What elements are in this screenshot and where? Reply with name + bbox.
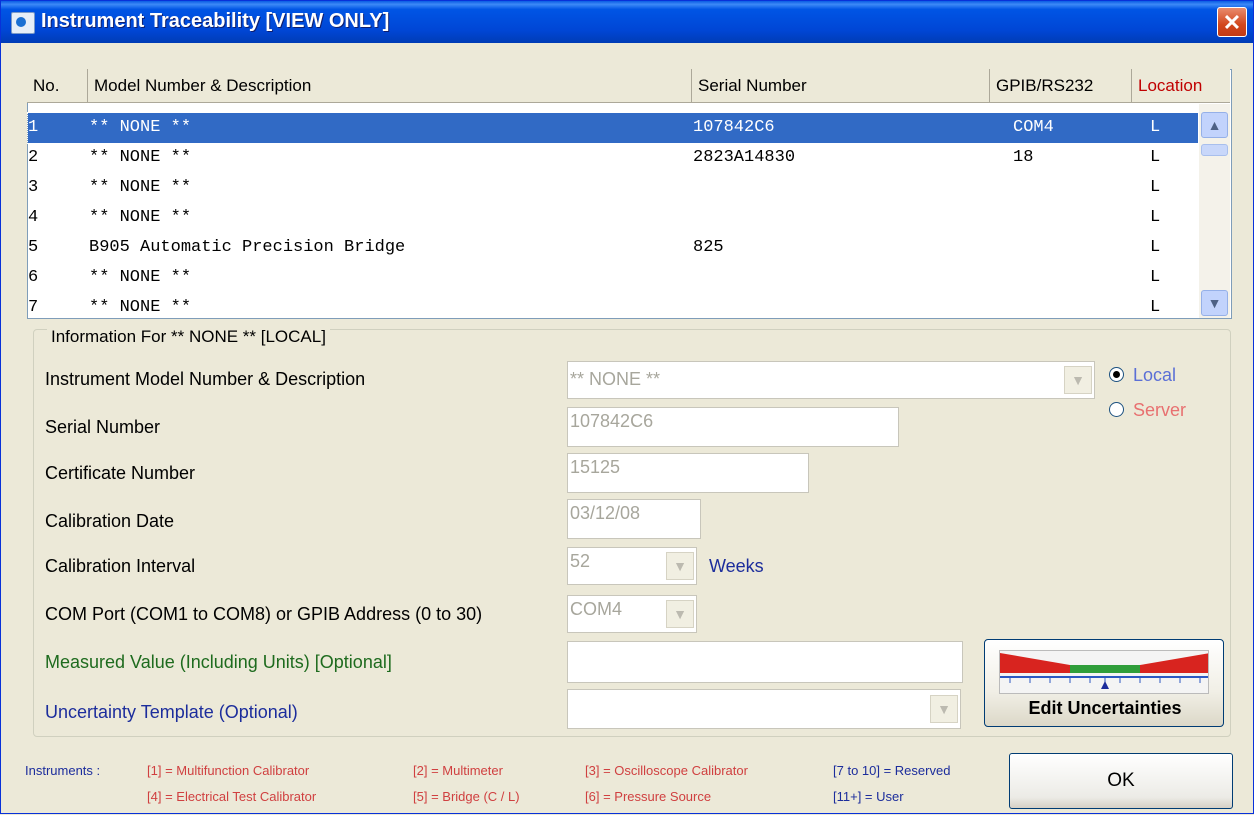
cell-no: 5 (28, 238, 39, 257)
cell-description: ** NONE ** (89, 118, 192, 137)
cell-serial: 2823A14830 (693, 148, 796, 167)
com-port-value: COM4 (570, 599, 623, 619)
cell-no: 4 (28, 208, 39, 227)
model-combo[interactable]: ** NONE ** ▼ (567, 361, 1095, 399)
chevron-down-icon[interactable]: ▼ (666, 552, 694, 580)
cell-no: 1 (28, 118, 39, 137)
model-value: ** NONE ** (570, 369, 661, 389)
cell-description: ** NONE ** (89, 298, 192, 317)
scroll-down-button[interactable]: ▼ (1201, 290, 1228, 316)
table-row[interactable]: 6 ** NONE ** L (28, 263, 1198, 293)
header-serial[interactable]: Serial Number (692, 69, 990, 103)
grid-header: No. Model Number & Description Serial Nu… (27, 69, 1232, 103)
weeks-label: Weeks (709, 556, 764, 576)
cell-location: L (1150, 178, 1161, 197)
table-row[interactable]: 4 ** NONE ** L (28, 203, 1198, 233)
info-legend: Information For ** NONE ** [LOCAL] (47, 327, 330, 347)
com-port-combo[interactable]: COM4 ▼ (567, 595, 697, 633)
template-label: Uncertainty Template (Optional) (45, 702, 298, 722)
header-description[interactable]: Model Number & Description (88, 69, 692, 103)
model-label: Instrument Model Number & Description (45, 369, 366, 389)
title-bar: Instrument Traceability [VIEW ONLY] ✕ (1, 1, 1253, 43)
chevron-down-icon[interactable]: ▼ (930, 695, 958, 723)
scroll-up-button[interactable]: ▲ (1201, 112, 1228, 138)
local-radio-label[interactable]: Local (1133, 365, 1176, 386)
cell-description: ** NONE ** (89, 208, 192, 227)
cell-description: ** NONE ** (89, 148, 192, 167)
cell-gpib: 18 (1013, 148, 1034, 167)
ok-button[interactable]: OK (1009, 753, 1233, 809)
legend-item: [11+] = User (833, 789, 904, 804)
template-combo[interactable]: ▼ (567, 689, 961, 729)
cell-no: 7 (28, 298, 39, 317)
table-row[interactable]: 3 ** NONE ** L (28, 173, 1198, 203)
cell-location: L (1150, 238, 1161, 257)
legend-item: [6] = Pressure Source (585, 789, 712, 804)
legend-item: [3] = Oscilloscope Calibrator (585, 763, 748, 778)
close-button[interactable]: ✕ (1217, 7, 1247, 37)
instruments-label: Instruments : (25, 763, 101, 778)
chevron-down-icon[interactable]: ▼ (666, 600, 694, 628)
scroll-thumb[interactable] (1201, 144, 1228, 156)
certificate-field[interactable]: 15125 (567, 453, 809, 493)
calibration-date-field[interactable]: 03/12/08 (567, 499, 701, 539)
header-no[interactable]: No. (27, 69, 88, 103)
table-row[interactable]: 7 ** NONE ** L (28, 293, 1198, 323)
serial-label: Serial Number (45, 417, 161, 437)
table-row-selected[interactable]: 1 ** NONE ** 107842C6 COM4 L (27, 112, 1199, 144)
legend-item: [4] = Electrical Test Calibrator (147, 789, 317, 804)
window-title: Instrument Traceability [VIEW ONLY] (41, 10, 390, 32)
legend-item: [5] = Bridge (C / L) (413, 789, 520, 804)
cell-location: L (1150, 148, 1161, 167)
header-gpib[interactable]: GPIB/RS232 (990, 69, 1132, 103)
grid-scrollbar[interactable]: ▲ ▼ (1199, 104, 1230, 318)
app-icon (11, 12, 35, 34)
cell-no: 2 (28, 148, 39, 167)
interval-value: 52 (570, 551, 591, 571)
legend-item: [2] = Multimeter (413, 763, 503, 778)
server-radio-label[interactable]: Server (1133, 400, 1186, 421)
interval-label: Calibration Interval (45, 556, 196, 576)
cell-description: ** NONE ** (89, 268, 192, 287)
table-row[interactable]: 2 ** NONE ** 2823A14830 18 L (28, 143, 1198, 173)
cell-location: L (1150, 118, 1161, 137)
cell-location: L (1150, 208, 1161, 227)
serial-field[interactable]: 107842C6 (567, 407, 899, 447)
legend-item: [7 to 10] = Reserved (833, 763, 951, 778)
calibration-date-label: Calibration Date (45, 511, 175, 531)
cell-serial: 107842C6 (693, 118, 775, 137)
cell-serial: 825 (693, 238, 724, 257)
com-port-label: COM Port (COM1 to COM8) or GPIB Address … (45, 604, 483, 624)
instrument-traceability-window: Instrument Traceability [VIEW ONLY] ✕ No… (0, 0, 1254, 814)
cell-no: 6 (28, 268, 39, 287)
table-row[interactable]: 5 B905 Automatic Precision Bridge 825 L (28, 233, 1198, 263)
grid-rows: 1 ** NONE ** 107842C6 COM4 L 2 ** NONE *… (27, 112, 1199, 323)
meter-icon (999, 650, 1209, 694)
cell-location: L (1150, 298, 1161, 317)
edit-uncertainties-label: Edit Uncertainties (1028, 698, 1182, 718)
cell-description: ** NONE ** (89, 178, 192, 197)
measured-value-label: Measured Value (Including Units) [Option… (45, 652, 392, 672)
cell-location: L (1150, 268, 1161, 287)
edit-uncertainties-button[interactable]: Edit Uncertainties (984, 639, 1224, 727)
measured-value-field[interactable] (567, 641, 963, 683)
certificate-label: Certificate Number (45, 463, 196, 483)
server-radio[interactable] (1109, 402, 1124, 417)
cell-gpib: COM4 (1013, 118, 1054, 137)
legend-item: [1] = Multifunction Calibrator (147, 763, 310, 778)
cell-no: 3 (28, 178, 39, 197)
cell-description: B905 Automatic Precision Bridge (89, 238, 406, 257)
header-location[interactable]: Location (1132, 69, 1230, 103)
interval-combo[interactable]: 52 ▼ (567, 547, 697, 585)
local-radio[interactable] (1109, 367, 1124, 382)
chevron-down-icon[interactable]: ▼ (1064, 366, 1092, 394)
